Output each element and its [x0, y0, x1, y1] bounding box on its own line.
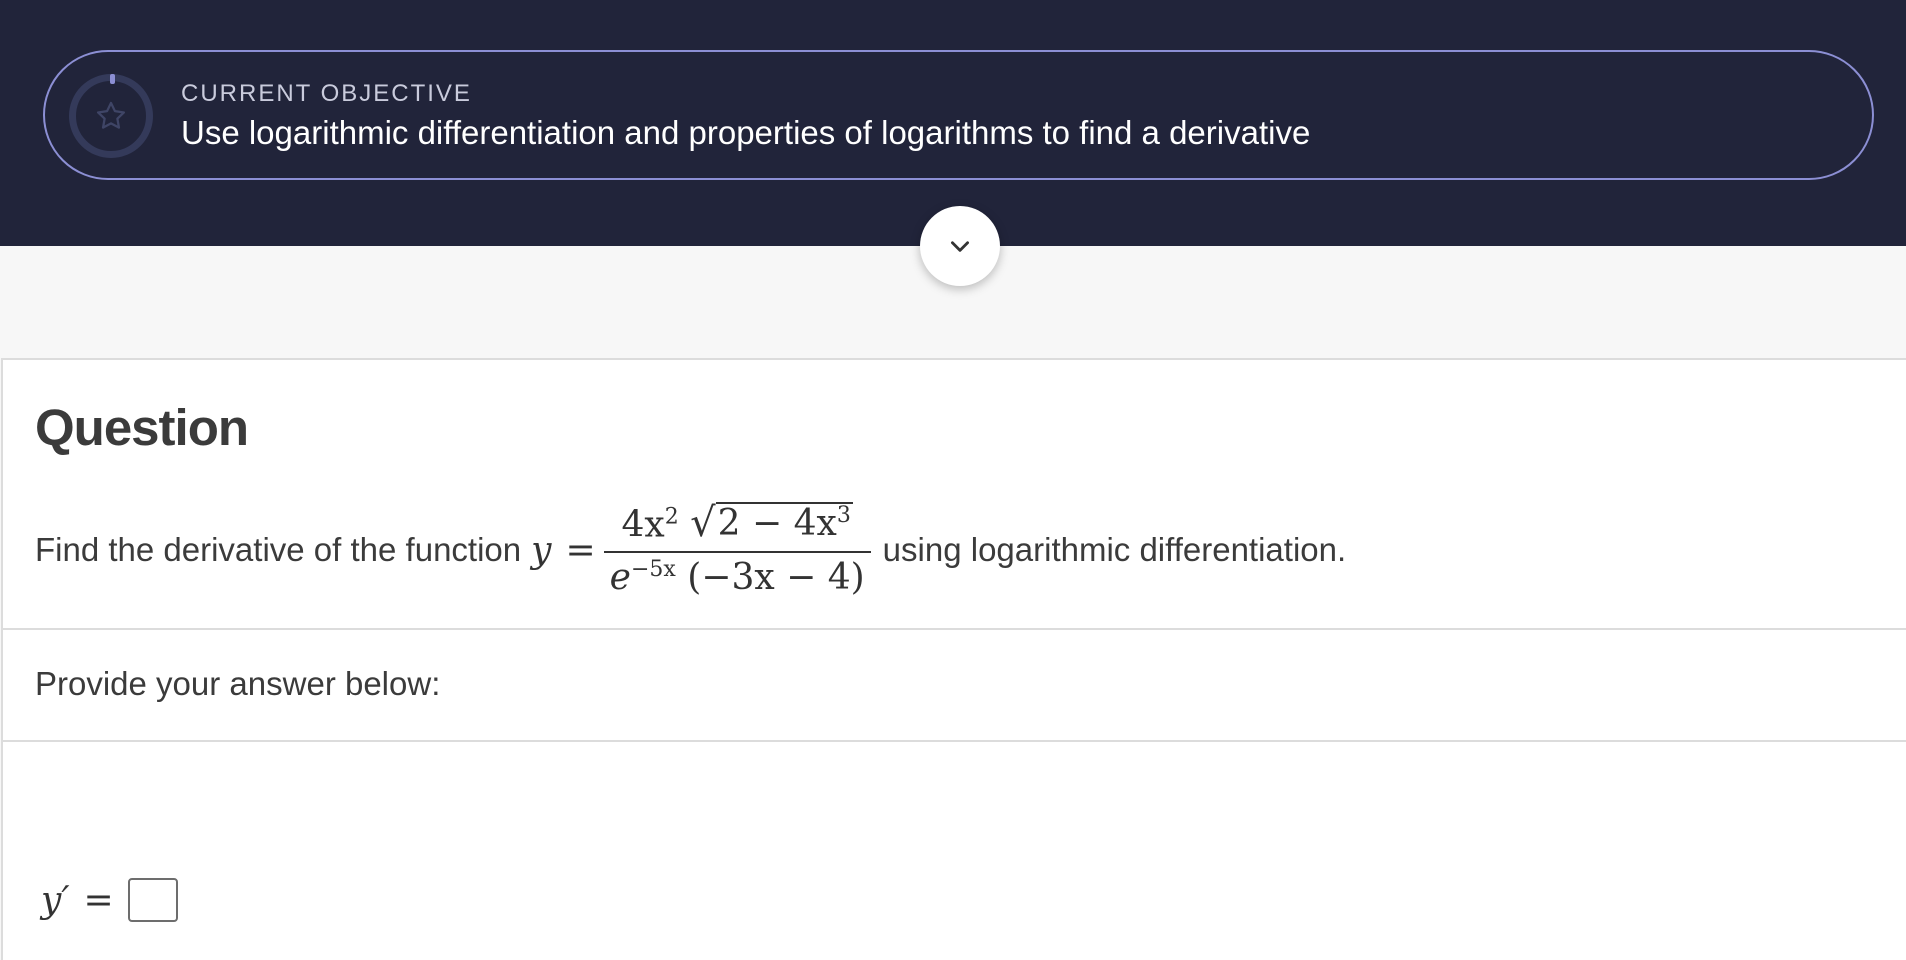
radicand-base: 2 − 4x	[717, 502, 837, 544]
answer-lhs: y′	[41, 879, 70, 921]
denominator-base: e	[609, 557, 631, 599]
question-title: Question	[35, 399, 249, 456]
objective-label: CURRENT OBJECTIVE	[181, 80, 472, 107]
prompt-text-before: Find the derivative of the function	[35, 531, 522, 568]
question-card: Question Find the derivative of the func…	[1, 358, 1906, 960]
question-prompt: Find the derivative of the function y = …	[35, 490, 1346, 610]
function-fraction: 4x2 √ 2 − 4x3 e−5x (−3x − 4)	[603, 500, 871, 598]
section-divider	[3, 740, 1906, 742]
star-icon	[96, 101, 126, 129]
numerator-coefficient: 4x	[621, 504, 665, 546]
denominator-exponent: −5x	[630, 557, 676, 583]
answer-input[interactable]	[127, 878, 178, 922]
progress-arc	[110, 74, 115, 84]
fraction-denominator: e−5x (−3x − 4)	[604, 557, 871, 598]
answer-row: y′ =	[41, 878, 178, 922]
objective-text: Use logarithmic differentiation and prop…	[181, 114, 1311, 151]
current-objective-panel[interactable]: CURRENT OBJECTIVE Use logarithmic differ…	[43, 50, 1874, 180]
prompt-text-after: using logarithmic differentiation.	[882, 531, 1347, 568]
square-root: √ 2 − 4x3	[690, 500, 853, 547]
numerator-exponent: 2	[664, 504, 679, 530]
fraction-numerator: 4x2 √ 2 − 4x3	[615, 500, 858, 547]
radicand: 2 − 4x3	[715, 501, 853, 544]
denominator-factor: (−3x − 4)	[687, 557, 865, 599]
chevron-down-icon	[951, 241, 969, 252]
fraction-bar	[603, 551, 871, 554]
answer-equals: =	[83, 879, 114, 921]
equals-sign: =	[565, 529, 596, 571]
function-variable: y	[531, 529, 552, 571]
expand-objective-button[interactable]	[920, 206, 1000, 286]
section-divider	[3, 628, 1906, 630]
answer-instructions: Provide your answer below:	[35, 665, 441, 702]
objective-progress-ring	[69, 74, 153, 158]
radical-sign: √	[690, 500, 716, 547]
radicand-exponent: 3	[836, 502, 851, 528]
